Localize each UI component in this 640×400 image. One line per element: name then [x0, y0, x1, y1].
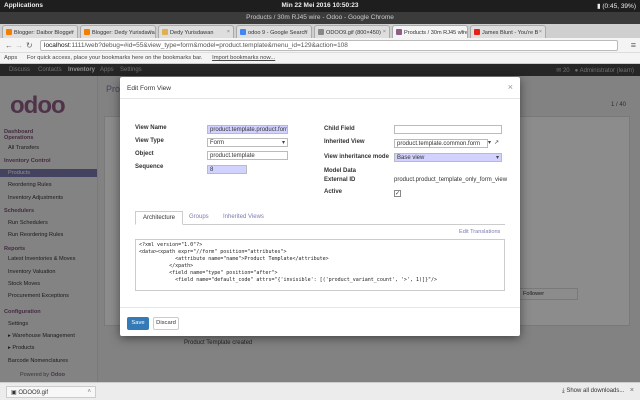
tab-label: Products / 30m RJ45 wire: [404, 30, 468, 36]
code-line: </xpath>: [139, 263, 194, 269]
code-line: <field name="default_code" attrs="{'invi…: [139, 277, 438, 283]
code-line: <?xml version="1.0"?>: [139, 242, 203, 248]
favicon-icon: [318, 29, 324, 35]
browser-tab[interactable]: Blogger: Dedy Yurisdawan ×: [80, 25, 156, 38]
discard-button[interactable]: Discard: [153, 317, 179, 330]
external-id-value: product.product_template_only_form_view: [394, 177, 508, 183]
inherited-view-input[interactable]: product.template.common.form: [394, 139, 488, 148]
architecture-editor[interactable]: <?xml version="1.0"?> <data><xpath expr=…: [135, 239, 505, 291]
inherited-view-label: Inherited View: [324, 139, 365, 145]
address-bar: ← → ↻ localhost:1111/web?debug=#id=55&vi…: [0, 38, 640, 53]
tab-label: James Blunt - You're B: [482, 30, 539, 36]
browser-tab[interactable]: Dedy Yurisdawan ×: [158, 25, 234, 38]
dialog-title: Edit Form View: [127, 85, 171, 92]
object-input[interactable]: product.template: [207, 151, 288, 160]
close-icon[interactable]: ×: [630, 387, 634, 394]
active-checkbox[interactable]: ✓: [394, 190, 401, 197]
edit-form-view-dialog: Edit Form View × View Name product.templ…: [120, 77, 520, 336]
edit-translations-link[interactable]: Edit Translations: [459, 229, 500, 235]
save-button[interactable]: Save: [127, 317, 149, 330]
model-data-label: Model Data: [324, 168, 357, 174]
downloads-bar: ▣ ODOO9.gif ˄ ⤓ Show all downloads... ×: [0, 382, 640, 400]
tab-architecture[interactable]: Architecture: [135, 211, 184, 225]
close-icon[interactable]: ×: [227, 29, 230, 35]
view-type-label: View Type: [135, 138, 164, 144]
tab-label: Blogger: Daibor Blogger: [14, 30, 74, 36]
external-id-label: External ID: [324, 177, 356, 183]
show-all-downloads-link[interactable]: ⤓ Show all downloads...: [562, 388, 624, 395]
browser-tab-bar: Blogger: Daibor Blogger × Blogger: Dedy Yu…: [0, 24, 640, 38]
external-link-icon[interactable]: ↗: [494, 139, 499, 146]
sequence-input[interactable]: 8: [207, 165, 247, 174]
sequence-label: Sequence: [135, 164, 164, 170]
chevron-up-icon[interactable]: ˄: [87, 389, 91, 395]
view-type-select[interactable]: Form: [207, 138, 288, 147]
dialog-footer: Save Discard: [120, 307, 520, 336]
inheritance-mode-label: View inheritance mode: [324, 154, 389, 160]
code-line: <data><xpath expr="//form" position="att…: [139, 249, 287, 255]
child-field-input[interactable]: [394, 125, 502, 134]
bookmarks-bar: Apps For quick access, place your bookma…: [0, 53, 640, 64]
close-icon[interactable]: ×: [383, 29, 386, 35]
reload-icon[interactable]: ↻: [26, 41, 33, 50]
close-icon[interactable]: ×: [71, 29, 74, 35]
view-name-label: View Name: [135, 125, 167, 131]
close-icon[interactable]: ×: [149, 29, 152, 35]
browser-tab[interactable]: Blogger: Daibor Blogger ×: [2, 25, 78, 38]
close-icon[interactable]: ×: [305, 29, 308, 35]
tab-label: odoo 9 - Google Search: [248, 30, 308, 36]
favicon-icon: [6, 29, 12, 35]
tab-label: ODOO9.gif (800×450): [326, 30, 381, 36]
os-status: ▮ (0:45, 39%): [597, 3, 636, 10]
favicon-icon: [240, 29, 246, 35]
apps-bookmark[interactable]: Apps: [4, 55, 17, 61]
bookmarks-hint: For quick access, place your bookmarks h…: [26, 55, 203, 61]
favicon-icon: [474, 29, 480, 35]
code-line: <attribute name="name">Product Template<…: [139, 256, 329, 262]
url-input[interactable]: localhost:1111/web?debug=#id=55&view_typ…: [40, 40, 618, 51]
tab-label: Blogger: Dedy Yurisdawan: [92, 30, 156, 36]
dialog-header: Edit Form View ×: [120, 77, 520, 99]
forward-icon[interactable]: →: [15, 41, 23, 50]
tab-groups[interactable]: Groups: [182, 211, 216, 225]
download-item[interactable]: ▣ ODOO9.gif ˄: [6, 386, 96, 398]
window-title: Products / 30m RJ45 wire - Odoo - Google…: [0, 12, 640, 24]
browser-tab[interactable]: odoo 9 - Google Search ×: [236, 25, 312, 38]
child-field-label: Child Field: [324, 126, 355, 132]
browser-tab[interactable]: James Blunt - You're B ×: [470, 25, 546, 38]
object-label: Object: [135, 151, 154, 157]
view-name-input[interactable]: product.template.product.form: [207, 125, 288, 134]
browser-tab[interactable]: Products / 30m RJ45 wire ×: [392, 25, 468, 38]
close-icon[interactable]: ×: [461, 29, 464, 35]
back-icon[interactable]: ←: [5, 41, 13, 50]
favicon-icon: [84, 29, 90, 35]
favicon-icon: [162, 29, 168, 35]
tab-inherited-views[interactable]: Inherited Views: [216, 211, 271, 225]
tab-label: Dedy Yurisdawan: [170, 30, 214, 36]
close-icon[interactable]: ×: [539, 29, 542, 35]
os-top-bar: Applications Min 22 Mei 2016 10:50:23 ▮ …: [0, 0, 640, 12]
os-clock: Min 22 Mei 2016 10:50:23: [281, 2, 359, 9]
code-line: <field name="type" position="after">: [139, 270, 278, 276]
browser-tab[interactable]: ODOO9.gif (800×450) ×: [314, 25, 390, 38]
inheritance-mode-select[interactable]: Base view: [394, 153, 502, 162]
dropdown-arrow-icon[interactable]: ▾: [488, 139, 491, 146]
active-label: Active: [324, 189, 343, 195]
import-bookmarks-link[interactable]: Import bookmarks now...: [212, 55, 275, 61]
favicon-icon: [396, 29, 402, 35]
close-icon[interactable]: ×: [508, 82, 513, 92]
chrome-menu-icon[interactable]: ≡: [631, 40, 636, 50]
dialog-tabs: Architecture Groups Inherited Views: [135, 209, 505, 225]
